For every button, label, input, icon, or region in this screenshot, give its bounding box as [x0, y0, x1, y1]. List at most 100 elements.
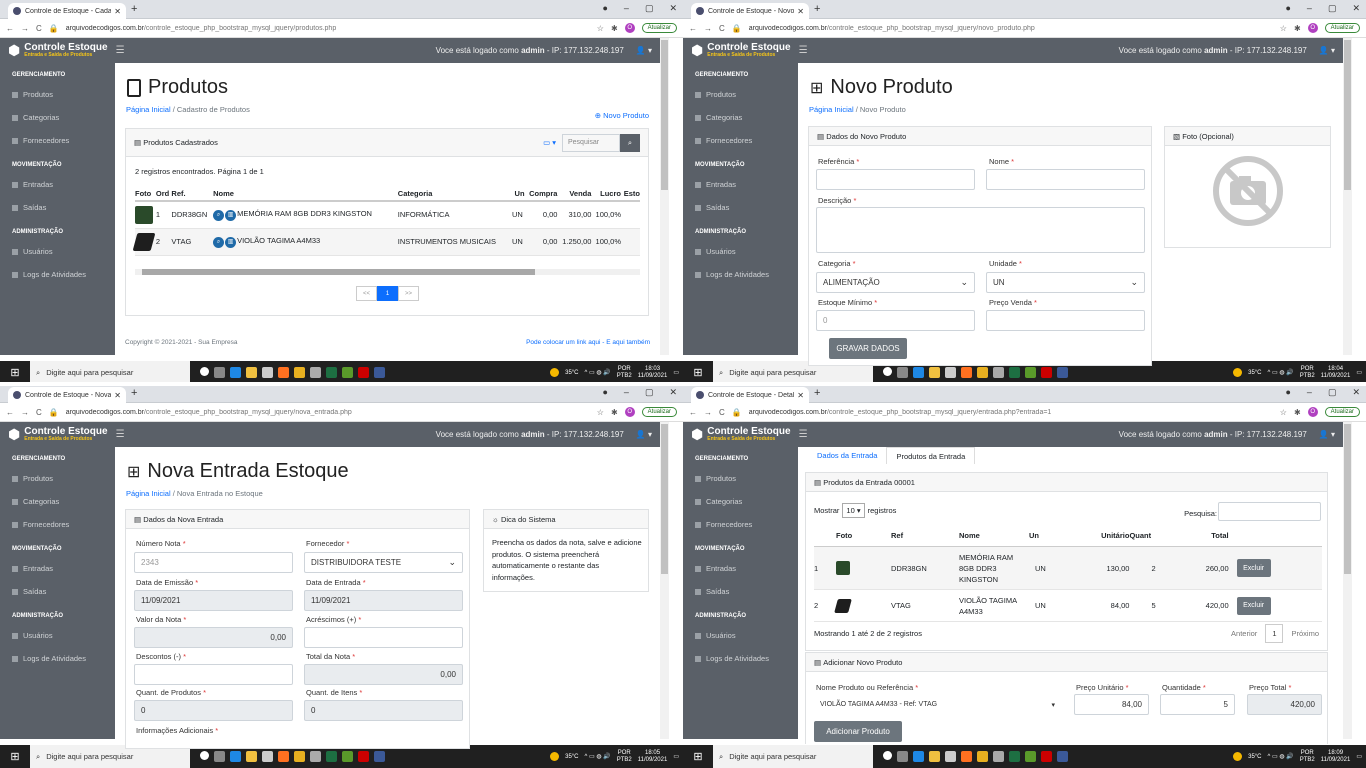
column-header[interactable]: Esto	[620, 187, 640, 202]
close-window-icon[interactable]: ✕	[669, 3, 677, 14]
word-icon[interactable]	[342, 751, 353, 762]
save-button[interactable]: GRAVAR DADOS	[829, 338, 907, 359]
app-icon[interactable]	[1057, 367, 1068, 378]
cortana-icon[interactable]	[200, 751, 209, 760]
tray-icons[interactable]: ^ ▭ ◍ 🔊	[1268, 753, 1294, 760]
table-row[interactable]: 1 DDR38GN ⌕ ▥ MEMÓRIA RAM 8GB DDR3 KINGSTON I…	[135, 201, 640, 229]
menu-toggle-icon[interactable]: ☰	[116, 429, 125, 440]
table-search-input[interactable]	[1218, 502, 1321, 521]
table-row[interactable]: 2 VTAG ⌕ ▥ VIOLÃO TAGIMA A4M33 INSTRUMENTOS M…	[132, 228, 640, 256]
table-row[interactable]: 2 VTAG VIOLÃO TAGIMA A4M33 UN 84,00 5 420,00 Ex…	[814, 589, 1322, 622]
settings-icon[interactable]	[310, 751, 321, 762]
back-icon[interactable]: ←	[689, 24, 697, 33]
minimize-icon[interactable]: –	[624, 387, 629, 398]
forward-icon[interactable]: →	[21, 408, 29, 417]
word-icon[interactable]	[1025, 751, 1036, 762]
description-field[interactable]	[816, 207, 1145, 253]
add-product-button[interactable]: Adicionar Produto	[814, 721, 902, 742]
reload-icon[interactable]: C	[36, 408, 42, 417]
update-button[interactable]: Atualizar	[1324, 23, 1360, 33]
edge-icon[interactable]	[913, 751, 924, 762]
column-header[interactable]: Venda	[557, 187, 592, 202]
footer-link[interactable]: Pode colocar um link aqui - E aqui també…	[526, 339, 650, 346]
firefox-icon[interactable]	[961, 367, 972, 378]
folder-icon[interactable]	[929, 367, 940, 378]
reload-icon[interactable]: C	[719, 24, 725, 33]
column-header[interactable]: Compra	[524, 187, 558, 202]
total-price-field[interactable]: 420,00	[1247, 694, 1322, 715]
column-header[interactable]: Nome	[213, 187, 398, 202]
chrome-icon[interactable]	[977, 367, 988, 378]
browser-tab[interactable]: Controle de Estoque - Cadastro d✕	[8, 3, 126, 19]
avatar[interactable]: O	[624, 23, 635, 33]
delete-button[interactable]: Excluir	[1236, 559, 1271, 577]
sidebar-item-2[interactable]: Fornecedores	[0, 514, 115, 537]
profile-dot-icon[interactable]: ●	[1285, 3, 1290, 14]
back-icon[interactable]: ←	[689, 408, 697, 417]
name-field[interactable]	[986, 169, 1145, 190]
page-button[interactable]: <<	[356, 286, 377, 301]
folder-icon[interactable]	[246, 751, 257, 762]
browser-tab[interactable]: Controle de Estoque - Novo Prod✕	[691, 3, 809, 19]
maximize-icon[interactable]: ▢	[1328, 3, 1337, 14]
chrome-icon[interactable]	[977, 751, 988, 762]
column-header[interactable]: Nome	[959, 525, 1029, 547]
sidebar-item-2[interactable]: Fornecedores	[683, 130, 798, 153]
menu-toggle-icon[interactable]: ☰	[799, 45, 808, 56]
sidebar-item-0[interactable]: Usuários	[683, 241, 798, 264]
sidebar-item-0[interactable]: Produtos	[0, 84, 115, 107]
sidebar-item-0[interactable]: Produtos	[683, 84, 798, 107]
cortana-icon[interactable]	[883, 367, 892, 376]
start-icon[interactable]: ⊞	[0, 366, 30, 379]
entry-date-field[interactable]: 11/09/2021	[304, 590, 463, 611]
tray-icons[interactable]: ^ ▭ ◍ 🔊	[585, 369, 611, 376]
no-photo-icon[interactable]	[1212, 155, 1284, 227]
page-button[interactable]: 1	[1265, 624, 1284, 643]
invoice-number-field[interactable]: 2343	[134, 552, 293, 573]
tray-icons[interactable]: ^ ▭ ◍ 🔊	[1268, 369, 1294, 376]
column-header[interactable]: Unitário	[1066, 525, 1130, 547]
word-icon[interactable]	[1025, 367, 1036, 378]
sidebar-item-0[interactable]: Entradas	[0, 174, 115, 197]
forward-icon[interactable]: →	[704, 24, 712, 33]
start-icon[interactable]: ⊞	[0, 750, 30, 763]
profile-dot-icon[interactable]: ●	[602, 3, 607, 14]
sidebar-item-1[interactable]: Saídas	[683, 197, 798, 220]
back-icon[interactable]: ←	[6, 408, 14, 417]
close-tab-icon[interactable]: ✕	[114, 7, 121, 16]
sidebar-item-2[interactable]: Fornecedores	[0, 130, 115, 153]
url-input[interactable]: arquivodecodigos.com.br/controle_estoque…	[749, 25, 1273, 32]
sidebar-item-1[interactable]: Logs de Atividades	[683, 264, 798, 287]
sidebar-item-1[interactable]: Categorias	[683, 491, 798, 514]
taskbar-search[interactable]: ⌕ Digite aqui para pesquisar	[30, 361, 190, 384]
minimize-icon[interactable]: –	[1307, 3, 1312, 14]
url-input[interactable]: arquivodecodigos.com.br/controle_estoque…	[749, 409, 1273, 416]
new-tab-icon[interactable]: +	[131, 3, 137, 15]
acrobat-icon[interactable]	[358, 751, 369, 762]
browser-tab[interactable]: Controle de Estoque - Nova Entr✕	[8, 387, 126, 403]
reload-icon[interactable]: C	[36, 24, 42, 33]
extensions-icon[interactable]: ✱	[611, 24, 618, 33]
brand-logo[interactable]: ⬢ Controle Estoque Entrada e Saída de Prod…	[8, 42, 108, 59]
avatar[interactable]: O	[624, 407, 635, 417]
next-page-button[interactable]: Próximo	[1291, 629, 1319, 638]
sidebar-item-1[interactable]: Categorias	[0, 107, 115, 130]
menu-toggle-icon[interactable]: ☰	[116, 45, 125, 56]
quantity-field[interactable]: 5	[1160, 694, 1235, 715]
unit-select[interactable]: UN	[986, 272, 1145, 293]
search-button[interactable]: ⌕	[620, 133, 640, 152]
delete-icon[interactable]: ▥	[225, 209, 237, 221]
page-scrollbar[interactable]	[660, 38, 669, 355]
chrome-icon[interactable]	[294, 751, 305, 762]
firefox-icon[interactable]	[278, 751, 289, 762]
column-header[interactable]: Foto	[135, 187, 156, 202]
acrobat-icon[interactable]	[1041, 751, 1052, 762]
column-header[interactable]: Foto	[836, 525, 891, 547]
min-stock-field[interactable]: 0	[816, 310, 975, 331]
column-header[interactable]: Ref	[891, 525, 959, 547]
user-menu-icon[interactable]: 👤 ▾	[636, 46, 652, 55]
clock[interactable]: 18:04 11/09/2021	[1321, 366, 1351, 380]
update-button[interactable]: Atualizar	[641, 407, 677, 417]
maximize-icon[interactable]: ▢	[1328, 387, 1337, 398]
edge-icon[interactable]	[913, 367, 924, 378]
